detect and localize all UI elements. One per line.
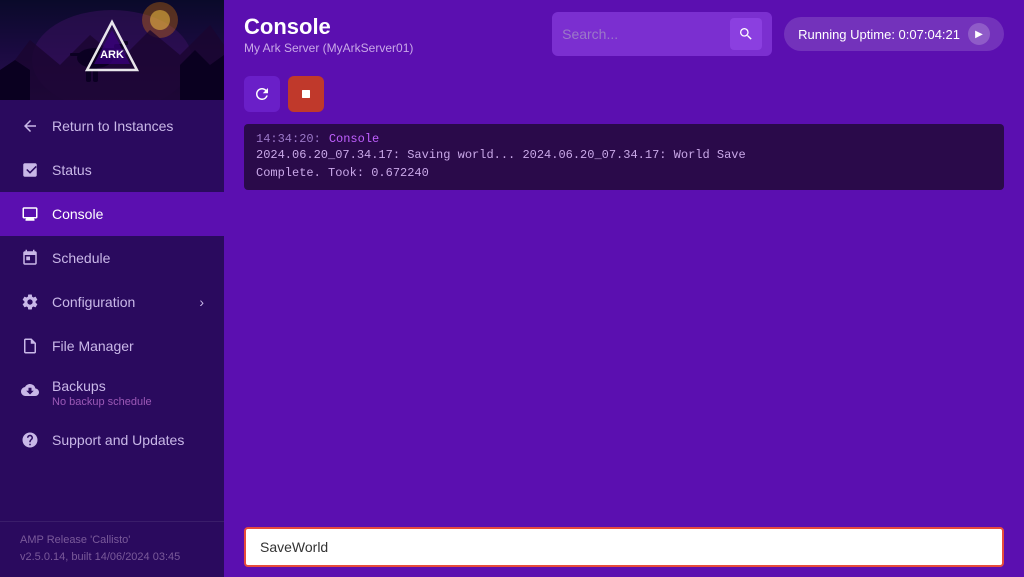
sidebar-label-console: Console	[52, 206, 103, 222]
header-actions: Running Uptime: 0:07:04:21 ▶	[552, 12, 1004, 56]
restart-button[interactable]	[244, 76, 280, 112]
sidebar-label-return: Return to Instances	[52, 118, 173, 134]
console-label: Console	[329, 132, 379, 146]
configuration-icon	[20, 292, 40, 312]
sidebar: ARK Return to Instances Status	[0, 0, 224, 577]
page-title: Console	[244, 14, 413, 40]
command-input[interactable]	[244, 527, 1004, 567]
sidebar-label-support: Support and Updates	[52, 432, 184, 448]
sidebar-label-schedule: Schedule	[52, 250, 110, 266]
sidebar-item-file-manager[interactable]: File Manager	[0, 324, 224, 368]
footer-release-line2: v2.5.0.14, built 14/06/2024 03:45	[20, 549, 204, 567]
main-header: Console My Ark Server (MyArkServer01) Ru…	[224, 0, 1024, 68]
return-icon	[20, 116, 40, 136]
backups-subtitle: No backup schedule	[52, 396, 152, 408]
sidebar-label-configuration: Configuration	[52, 294, 135, 310]
console-log-text2: Complete. Took: 0.672240	[256, 164, 992, 182]
header-title-group: Console My Ark Server (MyArkServer01)	[244, 14, 413, 55]
page-subtitle: My Ark Server (MyArkServer01)	[244, 41, 413, 55]
footer-release-line1: AMP Release 'Callisto'	[20, 532, 204, 550]
main-content: Console My Ark Server (MyArkServer01) Ru…	[224, 0, 1024, 577]
console-log-line: 14:34:20: Console	[256, 132, 992, 146]
sidebar-label-status: Status	[52, 162, 92, 178]
console-log-text1: 2024.06.20_07.34.17: Saving world... 202…	[256, 146, 992, 164]
uptime-text: Running Uptime: 0:07:04:21	[798, 27, 960, 42]
support-icon	[20, 430, 40, 450]
chevron-right-icon: ›	[199, 294, 204, 310]
sidebar-navigation: Return to Instances Status Console Sched…	[0, 100, 224, 521]
backups-text-group: Backups No backup schedule	[52, 378, 152, 408]
sidebar-footer: AMP Release 'Callisto' v2.5.0.14, built …	[0, 521, 224, 577]
schedule-icon	[20, 248, 40, 268]
search-icon	[738, 26, 754, 42]
console-icon	[20, 204, 40, 224]
sidebar-item-configuration[interactable]: Configuration ›	[0, 280, 224, 324]
search-button[interactable]	[730, 18, 762, 50]
svg-text:ARK: ARK	[100, 49, 124, 61]
sidebar-hero: ARK	[0, 0, 224, 100]
restart-icon	[253, 85, 271, 103]
backups-label: Backups	[52, 378, 152, 394]
stop-button[interactable]	[288, 76, 324, 112]
uptime-badge: Running Uptime: 0:07:04:21 ▶	[784, 17, 1004, 51]
uptime-play-icon: ▶	[968, 23, 990, 45]
stop-icon	[298, 86, 314, 102]
search-bar	[552, 12, 772, 56]
sidebar-item-support[interactable]: Support and Updates	[0, 418, 224, 462]
sidebar-label-file-manager: File Manager	[52, 338, 134, 354]
sidebar-item-status[interactable]: Status	[0, 148, 224, 192]
sidebar-item-return-to-instances[interactable]: Return to Instances	[0, 104, 224, 148]
search-input[interactable]	[562, 26, 722, 42]
sidebar-item-console[interactable]: Console	[0, 192, 224, 236]
command-input-wrapper	[224, 519, 1024, 577]
main-toolbar	[224, 68, 1024, 120]
sidebar-item-schedule[interactable]: Schedule	[0, 236, 224, 280]
file-manager-icon	[20, 336, 40, 356]
console-output: 14:34:20: Console 2024.06.20_07.34.17: S…	[244, 124, 1004, 190]
status-icon	[20, 160, 40, 180]
backups-icon	[20, 380, 40, 400]
sidebar-item-backups[interactable]: Backups No backup schedule	[0, 368, 224, 418]
console-timestamp: 14:34:20:	[256, 132, 321, 146]
